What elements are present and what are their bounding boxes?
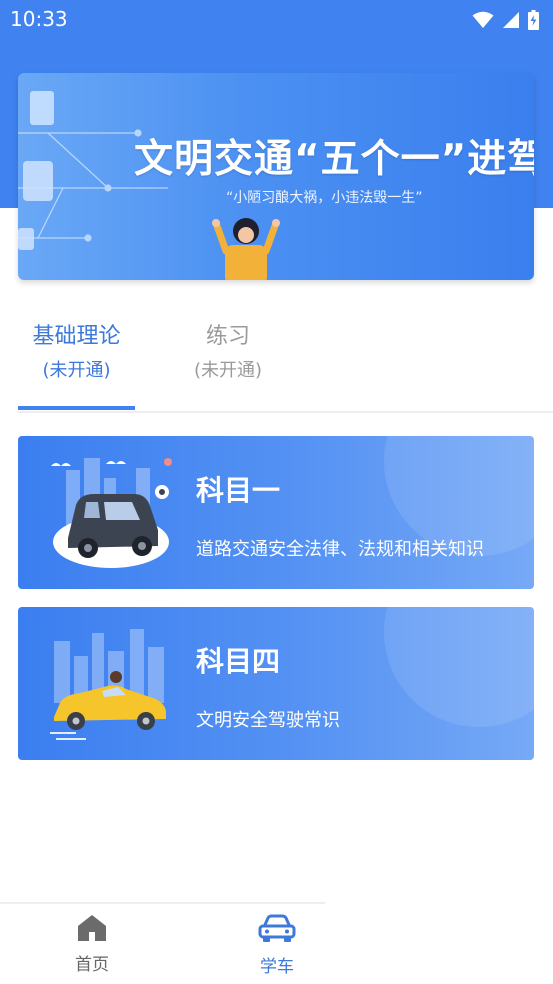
promo-banner[interactable]: 文明交通“五个一”进驾校 “小陋习酿大祸，小违法毁一生”: [18, 73, 534, 280]
status-time: 10:33: [10, 7, 68, 31]
active-tab-indicator: [18, 406, 135, 410]
car-illustration-icon: [50, 629, 166, 740]
tab-divider: [18, 411, 553, 413]
nav-item-learn-driving[interactable]: 学车: [237, 914, 317, 977]
bottom-navigation: 首页 学车: [0, 902, 553, 984]
tab-basic-theory[interactable]: 基础理论 (未开通): [18, 320, 135, 386]
nav-label: 学车: [260, 957, 294, 977]
banner-title: 文明交通“五个一”进驾校: [134, 137, 534, 182]
tab-bar: 基础理论 (未开通) 练习 (未开通): [18, 320, 553, 412]
battery-icon: [528, 10, 539, 30]
nav-label: 首页: [75, 955, 109, 975]
status-bar: 10:33: [0, 0, 553, 40]
card-title: 科目四: [196, 645, 281, 678]
status-icons: [472, 10, 539, 30]
tab-practice[interactable]: 练习 (未开通): [190, 320, 266, 386]
tab-status: (未开通): [193, 360, 263, 381]
person-illustration: [212, 218, 280, 280]
subject-one-card[interactable]: 科目一 道路交通安全法律、法规和相关知识: [18, 436, 534, 589]
nav-divider: [0, 902, 325, 904]
tab-status: (未开通): [42, 360, 111, 381]
card-description: 文明安全驾驶常识: [196, 710, 340, 731]
tab-label: 基础理论: [32, 324, 121, 349]
tab-label: 练习: [205, 324, 250, 349]
subject-four-card[interactable]: 科目四 文明安全驾驶常识: [18, 607, 534, 760]
signal-icon: [503, 12, 519, 28]
nav-item-home[interactable]: 首页: [52, 914, 132, 975]
card-decoration: [384, 607, 534, 727]
card-description: 道路交通安全法律、法规和相关知识: [196, 539, 484, 560]
car-illustration-icon: [51, 458, 172, 568]
wifi-icon: [472, 11, 494, 28]
card-title: 科目一: [196, 474, 281, 507]
car-icon: [258, 914, 296, 942]
home-icon: [78, 915, 106, 941]
banner-subtitle: “小陋习酿大祸，小违法毁一生”: [226, 190, 423, 206]
